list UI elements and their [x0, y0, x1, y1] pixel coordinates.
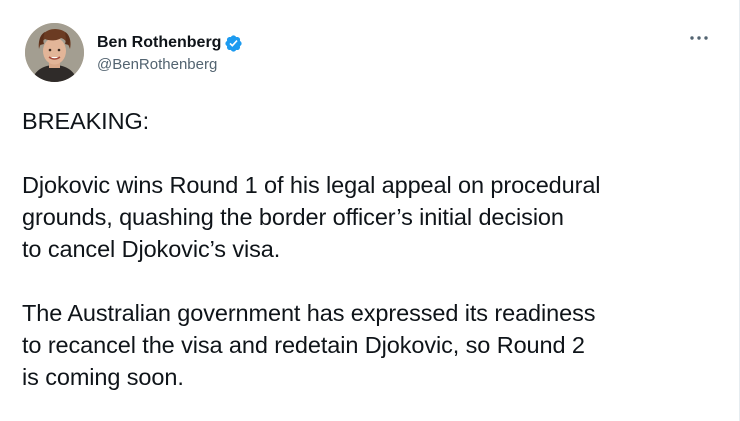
- tweet-line: to recancel the visa and redetain Djokov…: [22, 332, 585, 358]
- user-meta: Ben Rothenberg @BenRothenberg: [97, 32, 243, 73]
- tweet-line: to cancel Djokovic’s visa.: [22, 236, 281, 262]
- tweet-line: Djokovic wins Round 1 of his legal appea…: [22, 172, 601, 198]
- tweet-header: Ben Rothenberg @BenRothenberg: [25, 23, 243, 82]
- avatar[interactable]: [25, 23, 84, 82]
- tweet-paragraph: The Australian government has expressed …: [22, 297, 722, 393]
- user-handle[interactable]: @BenRothenberg: [97, 56, 243, 73]
- more-options-button[interactable]: [687, 28, 711, 48]
- more-horizontal-icon: [690, 36, 708, 40]
- tweet-paragraph: BREAKING:: [22, 105, 722, 137]
- avatar-photo-icon: [25, 23, 84, 82]
- verified-badge-icon: [224, 34, 243, 53]
- tweet-card[interactable]: Ben Rothenberg @BenRothenberg BREAKING: …: [0, 0, 740, 421]
- display-name[interactable]: Ben Rothenberg: [97, 34, 221, 52]
- tweet-line: grounds, quashing the border officer’s i…: [22, 204, 564, 230]
- tweet-line: The Australian government has expressed …: [22, 300, 596, 326]
- tweet-text: BREAKING: Djokovic wins Round 1 of his l…: [22, 105, 722, 421]
- tweet-line: BREAKING:: [22, 108, 150, 134]
- name-row: Ben Rothenberg: [97, 32, 243, 54]
- tweet-paragraph: Djokovic wins Round 1 of his legal appea…: [22, 169, 722, 265]
- tweet-line: is coming soon.: [22, 364, 184, 390]
